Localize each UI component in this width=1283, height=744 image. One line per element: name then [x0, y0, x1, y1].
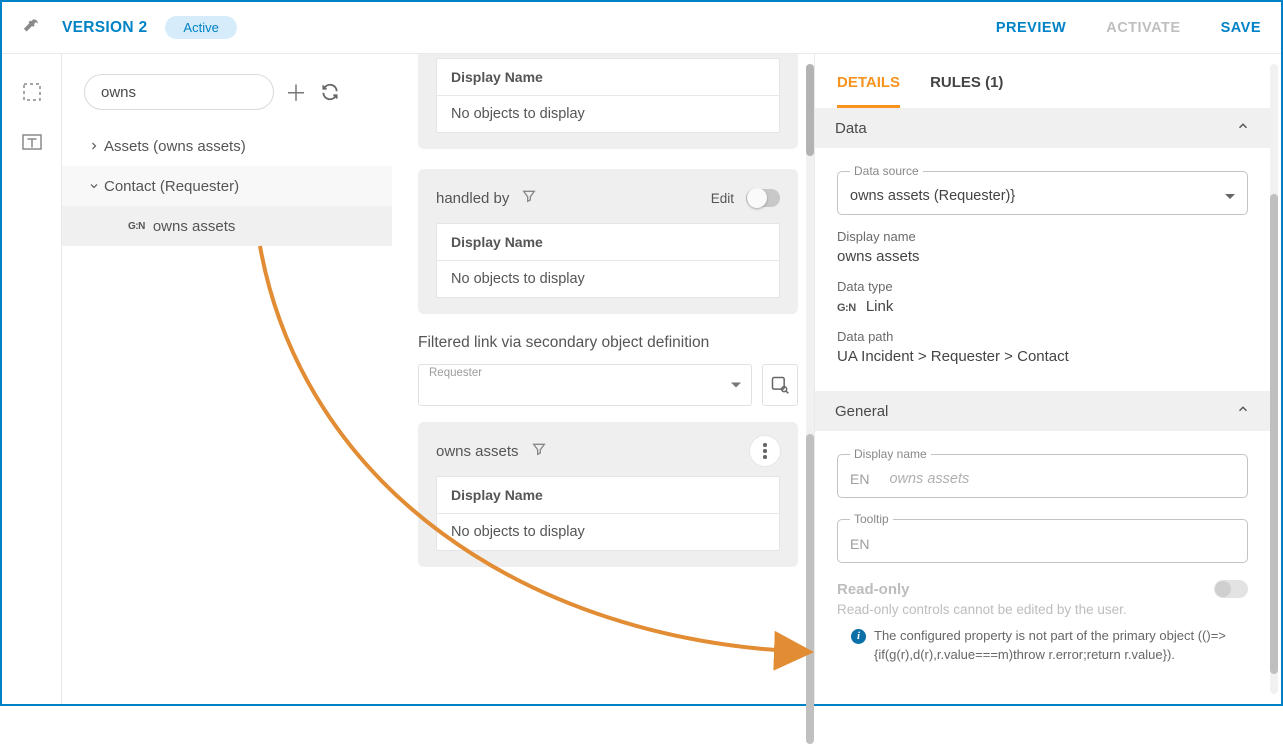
section-title: Filtered link via secondary object defin…	[418, 334, 798, 352]
chevron-up-icon	[1236, 402, 1250, 420]
scrollbar-thumb[interactable]	[806, 434, 814, 744]
empty-row: No objects to display	[437, 96, 779, 132]
link-type-icon: G:N	[128, 221, 145, 232]
field-label: Display name	[850, 447, 931, 461]
field-value: UA Incident > Requester > Contact	[837, 348, 1248, 365]
details-scrollbar[interactable]	[1270, 64, 1278, 694]
status-pill: Active	[165, 16, 236, 39]
tab-rules[interactable]: RULES (1)	[930, 74, 1003, 108]
search-input[interactable]	[99, 83, 259, 102]
property-tree: Assets (owns assets) Contact (Requester)…	[84, 126, 378, 246]
more-menu-button[interactable]	[750, 436, 780, 466]
readonly-toggle[interactable]	[1214, 580, 1248, 598]
data-source-select[interactable]: Data source owns assets (Requester)}	[837, 164, 1248, 215]
display-name-input[interactable]: Display name EN owns assets	[837, 447, 1248, 498]
card-table: Display Name No objects to display	[436, 223, 780, 298]
chevron-down-icon	[731, 383, 741, 388]
filter-icon[interactable]	[531, 441, 547, 461]
refresh-button[interactable]	[318, 80, 342, 104]
data-section: Data source owns assets (Requester)} Dis…	[815, 148, 1270, 391]
save-button[interactable]: SAVE	[1221, 20, 1261, 36]
card-title: handled by	[436, 190, 509, 207]
chevron-down-icon	[1225, 194, 1235, 199]
chevron-right-icon	[84, 140, 104, 152]
version-label[interactable]: VERSION 2	[62, 19, 147, 37]
select-tool-icon[interactable]	[20, 80, 44, 104]
info-message: i The configured property is not part of…	[837, 627, 1248, 665]
chevron-down-icon	[84, 180, 104, 192]
info-icon: i	[851, 629, 866, 644]
readonly-subtitle: Read-only controls cannot be edited by t…	[837, 602, 1248, 617]
column-header: Display Name	[437, 224, 779, 261]
left-rail	[2, 54, 62, 704]
field-value: G:N Link	[837, 298, 1248, 315]
info-text: The configured property is not part of t…	[874, 627, 1248, 665]
accordion-title: General	[835, 403, 888, 420]
activate-button: ACTIVATE	[1106, 20, 1180, 36]
filter-icon[interactable]	[521, 188, 537, 208]
field-value: owns assets	[889, 471, 969, 487]
card-owns-assets[interactable]: owns assets Display Name No objects to d…	[418, 422, 798, 567]
accordion-general[interactable]: General	[815, 391, 1270, 431]
readonly-title: Read-only	[837, 581, 1248, 598]
requester-select[interactable]: Requester	[418, 364, 752, 406]
explorer-panel: ＋ Assets (owns assets) Contact (Requeste…	[62, 54, 392, 704]
card-table: Display Name No objects to display	[436, 476, 780, 551]
text-frame-icon[interactable]	[20, 130, 44, 154]
tools-icon	[22, 15, 44, 40]
general-section: Display name EN owns assets Tooltip EN R…	[815, 431, 1270, 685]
chevron-up-icon	[1236, 119, 1250, 137]
field-label: Display name	[837, 229, 1248, 244]
top-bar: VERSION 2 Active PREVIEW ACTIVATE SAVE	[2, 2, 1281, 54]
search-input-wrap[interactable]	[84, 74, 274, 110]
canvas-scrollbar[interactable]	[806, 64, 814, 694]
canvas-panel: Affected devices Edit Display Name No ob…	[402, 54, 814, 704]
details-panel: DETAILS RULES (1) Data Data source owns …	[814, 54, 1281, 704]
card-title: owns assets	[436, 443, 519, 460]
accordion-data[interactable]: Data	[815, 108, 1270, 148]
lang-prefix: EN	[850, 471, 869, 487]
tree-node-assets[interactable]: Assets (owns assets)	[84, 126, 378, 166]
scrollbar-thumb[interactable]	[1270, 194, 1278, 674]
card-table: Display Name No objects to display	[436, 58, 780, 133]
tree-label: owns assets	[153, 218, 236, 235]
tree-label: Assets (owns assets)	[104, 138, 246, 155]
link-type-icon: G:N	[837, 302, 856, 314]
field-label: Data path	[837, 329, 1248, 344]
scrollbar-thumb[interactable]	[806, 64, 814, 156]
field-label: Tooltip	[850, 512, 893, 526]
preview-button[interactable]: PREVIEW	[996, 20, 1066, 36]
tree-node-contact[interactable]: Contact (Requester)	[84, 166, 378, 206]
field-value: owns assets (Requester)}	[850, 188, 1015, 204]
details-tabs: DETAILS RULES (1)	[815, 54, 1270, 108]
accordion-title: Data	[835, 120, 867, 137]
card-handled-by[interactable]: handled by Edit Display Name No objects …	[418, 169, 798, 314]
tree-label: Contact (Requester)	[104, 178, 239, 195]
field-value: owns assets	[837, 248, 1248, 265]
field-label: Data type	[837, 279, 1248, 294]
empty-row: No objects to display	[437, 261, 779, 297]
column-header: Display Name	[437, 59, 779, 96]
tree-child-owns-assets[interactable]: G:N owns assets	[84, 206, 378, 246]
empty-row: No objects to display	[437, 514, 779, 550]
card-affected-devices[interactable]: Affected devices Edit Display Name No ob…	[418, 54, 798, 149]
tab-details[interactable]: DETAILS	[837, 74, 900, 108]
tooltip-input[interactable]: Tooltip EN	[837, 512, 1248, 563]
lookup-button[interactable]	[762, 364, 798, 406]
select-label: Requester	[429, 367, 482, 379]
field-label: Data source	[850, 164, 923, 178]
column-header: Display Name	[437, 477, 779, 514]
lang-prefix: EN	[850, 536, 869, 552]
add-button[interactable]: ＋	[284, 80, 308, 104]
edit-toggle[interactable]	[746, 189, 780, 207]
edit-label: Edit	[711, 191, 734, 206]
